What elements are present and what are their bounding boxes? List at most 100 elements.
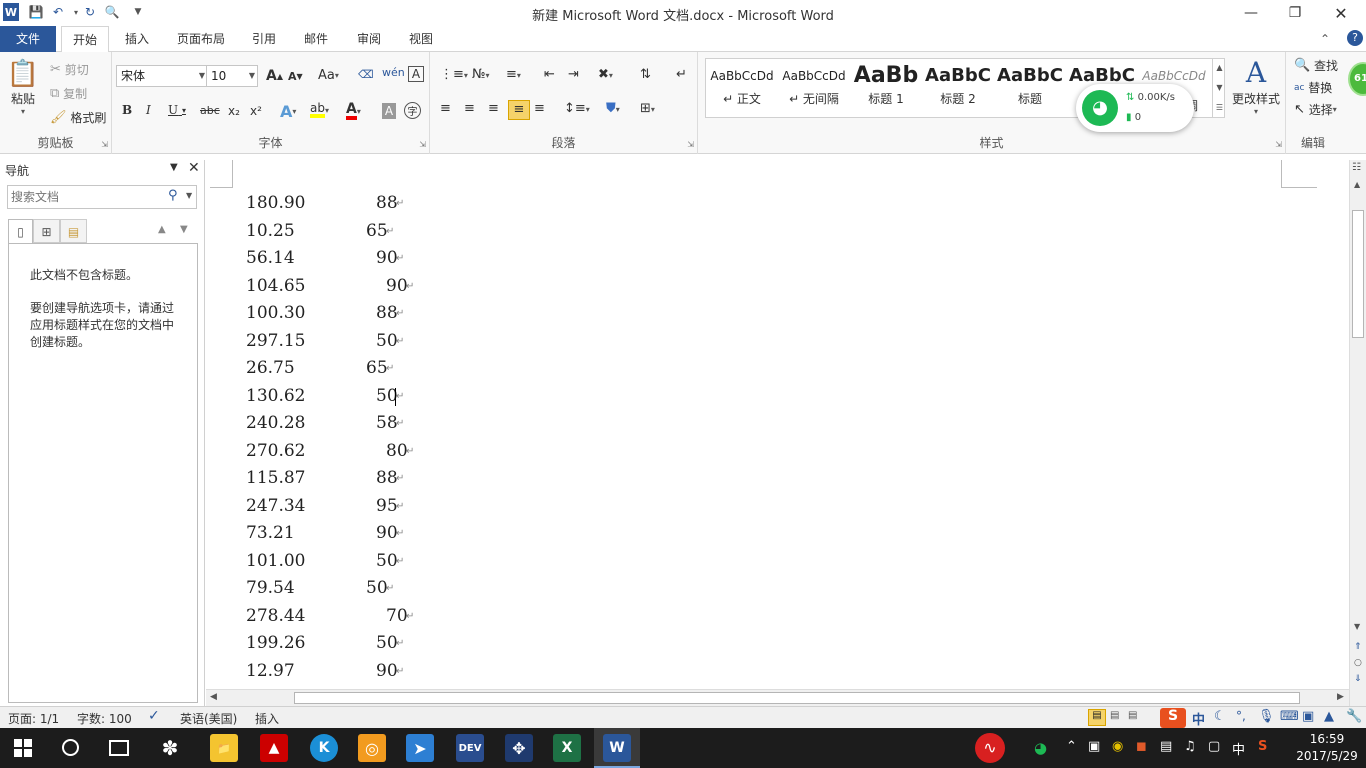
speaker-icon[interactable]: ♫ <box>1184 739 1196 754</box>
gallery-scroll[interactable]: ▲ ▼ ☰ <box>1212 58 1226 118</box>
action-center-icon[interactable]: ▢ <box>1208 739 1220 754</box>
skin-icon[interactable]: ▣ <box>1302 709 1314 724</box>
clock-time[interactable]: 16:59 <box>1296 732 1358 746</box>
sogou-ime-icon[interactable]: S <box>1160 708 1186 728</box>
start-button[interactable] <box>14 739 32 757</box>
tab-mailings[interactable]: 邮件 <box>294 26 338 52</box>
bird-app-icon[interactable]: ➤ <box>406 734 434 762</box>
word-count[interactable]: 字数: 100 <box>77 710 132 727</box>
asian-layout-button[interactable]: ✖ ▾ <box>598 68 613 82</box>
change-styles-button[interactable]: A 更改样式 ▾ <box>1230 56 1282 116</box>
shrink-font-button[interactable]: A ▼ <box>288 70 303 83</box>
numbering-button[interactable]: № ▾ <box>472 68 490 82</box>
tab-review[interactable]: 审阅 <box>346 26 392 52</box>
help-icon[interactable]: ? <box>1347 30 1363 46</box>
multilevel-list-button[interactable]: ≡ ▾ <box>506 68 521 82</box>
tray-ime-lang[interactable]: 中 <box>1232 739 1245 758</box>
italic-button[interactable]: I <box>146 103 151 117</box>
justify-button[interactable]: ≡ <box>508 100 530 120</box>
scroll-up-icon[interactable]: ▲ <box>1354 180 1360 189</box>
tab-view[interactable]: 视图 <box>398 26 444 52</box>
web-view-icon[interactable]: ▤ <box>1128 710 1137 721</box>
assistant-badge[interactable]: 61 <box>1348 62 1366 96</box>
scroll-left-icon[interactable]: ◀ <box>210 692 217 702</box>
pdf-reader-icon[interactable]: ▲ <box>260 734 288 762</box>
underline-button[interactable]: U ▾ <box>168 103 186 117</box>
change-case-button[interactable]: Aa ▾ <box>318 68 339 83</box>
subscript-button[interactable]: x₂ <box>228 104 240 118</box>
nav-close-icon[interactable]: ✕ <box>188 160 200 176</box>
decrease-indent-button[interactable]: ⇤ <box>544 68 555 82</box>
tab-file[interactable]: 文件 <box>0 26 56 52</box>
sogou-tray-icon[interactable]: S <box>1258 739 1267 754</box>
strikethrough-button[interactable]: abc <box>200 104 220 117</box>
cut-button[interactable]: ✂ 剪切 <box>50 61 89 78</box>
nav-tab-pages[interactable]: ⊞ <box>33 219 60 243</box>
font-size-combo[interactable]: 10 ▼ <box>206 65 258 87</box>
ime-lang[interactable]: 中 <box>1192 709 1205 728</box>
find-button[interactable]: 🔍 查找 <box>1294 57 1338 74</box>
network-icon[interactable]: ▤ <box>1160 739 1172 754</box>
browse-object-icon[interactable]: ○ <box>1354 658 1362 668</box>
clear-formatting-button[interactable]: ⌫ <box>358 68 374 81</box>
select-button[interactable]: ↖ 选择 ▾ <box>1294 101 1337 118</box>
dev-cpp-icon[interactable]: DEV <box>456 734 484 762</box>
task-view-icon[interactable] <box>109 740 129 756</box>
file-explorer-icon[interactable]: 📁 <box>210 734 238 762</box>
search-icon[interactable]: ⚲ <box>168 188 178 203</box>
copy-button[interactable]: ⧉ 复制 <box>50 85 87 102</box>
font-name-combo[interactable]: 宋体 ▼ <box>116 65 208 87</box>
nav-up-icon[interactable]: ▲ <box>158 224 166 235</box>
tab-insert[interactable]: 插入 <box>113 26 161 52</box>
insert-mode[interactable]: 插入 <box>255 710 279 727</box>
text-effects-button[interactable]: A ▾ <box>280 102 296 121</box>
nav-down-icon[interactable]: ▼ <box>180 224 188 235</box>
enclose-characters-button[interactable]: 字 <box>404 102 421 119</box>
monitor-app-icon[interactable]: ∿ <box>975 733 1005 763</box>
paste-button[interactable]: 📋 粘贴 ▾ <box>6 58 40 116</box>
shirt-icon[interactable]: ▲ <box>1324 709 1334 724</box>
proofing-icon[interactable]: ✓ <box>148 708 160 724</box>
bold-button[interactable]: B <box>122 103 132 117</box>
style-heading-2[interactable]: AaBbC 标题 2 <box>922 62 994 118</box>
reading-view-icon[interactable]: ▤ <box>1110 710 1119 721</box>
excel-icon[interactable]: X <box>553 734 581 762</box>
replace-button[interactable]: ac 替换 <box>1294 79 1332 96</box>
tray-device-icon[interactable]: ▣ <box>1088 739 1100 754</box>
word-taskbar-button[interactable]: W <box>594 728 640 768</box>
tab-home[interactable]: 开始 <box>61 26 109 53</box>
grow-font-button[interactable]: A ▲ <box>266 68 283 84</box>
increase-indent-button[interactable]: ⇥ <box>568 68 579 82</box>
borders-button[interactable]: ⊞ ▾ <box>640 102 655 116</box>
scroll-right-icon[interactable]: ▶ <box>1337 692 1344 702</box>
network-tool-icon[interactable]: ✥ <box>505 734 533 762</box>
browser-icon[interactable]: ◎ <box>358 734 386 762</box>
keyboard-icon[interactable]: ⌨ <box>1280 709 1299 724</box>
search-input[interactable] <box>11 187 161 207</box>
style-title[interactable]: AaBbC 标题 <box>994 62 1066 118</box>
nav-tab-headings[interactable]: ▯ <box>8 219 33 243</box>
bullets-button[interactable]: ⋮≡ ▾ <box>440 68 468 82</box>
nav-search-box[interactable]: ⚲ ▼ <box>7 185 197 209</box>
ruler-toggle-icon[interactable]: ☷ <box>1352 162 1361 173</box>
paragraph-launcher-icon[interactable]: ⇲ <box>687 140 694 149</box>
tab-page-layout[interactable]: 页面布局 <box>168 26 234 52</box>
line-spacing-button[interactable]: ↕≡ ▾ <box>564 102 590 116</box>
nav-options-icon[interactable]: ▼ <box>170 162 178 173</box>
character-border-button[interactable]: A <box>408 66 424 82</box>
styles-launcher-icon[interactable]: ⇲ <box>1275 140 1282 149</box>
microphone-icon[interactable]: 🎙 <box>1258 709 1275 724</box>
document-area[interactable]: 180.90 88 ↵ 10.25 65 ↵ 56.14 90 ↵ 104.65 90 ↵ 100.30… <box>206 160 1349 690</box>
punctuation-icon[interactable]: °, <box>1236 709 1246 723</box>
format-painter-button[interactable]: 🖌 格式刷 <box>50 109 106 126</box>
search-dropdown-icon[interactable]: ▼ <box>186 191 192 200</box>
show-hidden-icons[interactable]: ⌃ <box>1066 739 1077 754</box>
shading-button[interactable]: ⛊ ▾ <box>606 102 620 116</box>
align-right-button[interactable]: ≡ <box>488 102 499 116</box>
network-speed-widget[interactable]: ◕ ⇅ 0.00K/s ▮ 0 <box>1076 84 1194 132</box>
font-color-button[interactable]: A ▾ <box>346 102 361 120</box>
previous-page-icon[interactable]: ⇑ <box>1354 642 1362 652</box>
style-normal[interactable]: AaBbCcDd ↵ 正文 <box>706 62 778 118</box>
pinwheel-app-icon[interactable]: ✽ <box>156 734 184 762</box>
moon-icon[interactable]: ☾ <box>1214 709 1226 724</box>
